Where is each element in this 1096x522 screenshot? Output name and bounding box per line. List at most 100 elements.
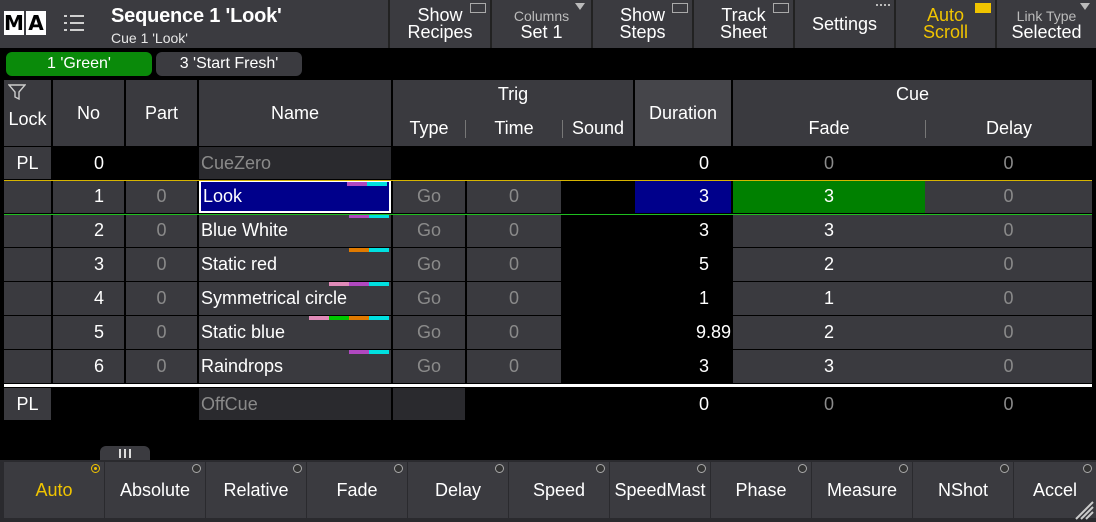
- ma-logo[interactable]: M A: [4, 11, 46, 35]
- duration-cell[interactable]: 3: [635, 350, 731, 383]
- delay-cell[interactable]: 0: [925, 248, 1092, 281]
- cue-name-cell[interactable]: Raindrops: [199, 350, 391, 383]
- sound-cell[interactable]: [563, 248, 633, 281]
- show-steps-button[interactable]: Show Steps: [591, 0, 692, 48]
- trig-time-cell[interactable]: 0: [467, 282, 561, 315]
- column-header-time[interactable]: Time: [466, 118, 562, 139]
- duration-cell[interactable]: 3: [635, 214, 731, 247]
- delay-cell[interactable]: 0: [925, 350, 1092, 383]
- table-row[interactable]: 2 0 Blue White Go 0 3 3 0: [4, 214, 1092, 247]
- trig-type-cell[interactable]: Go: [393, 180, 465, 213]
- measure-button[interactable]: Measure: [812, 462, 912, 518]
- auto-scroll-button[interactable]: Auto Scroll: [894, 0, 995, 48]
- delay-cell[interactable]: 0: [925, 214, 1092, 247]
- auto-button[interactable]: Auto: [4, 462, 104, 518]
- duration-cell[interactable]: 9.89: [635, 316, 731, 349]
- table-row[interactable]: 3 0 Static red Go 0 5 2 0: [4, 248, 1092, 281]
- duration-cell[interactable]: 1: [635, 282, 731, 315]
- cue-chip-start-fresh[interactable]: 3 'Start Fresh': [156, 52, 302, 76]
- cue-name-cell[interactable]: Look: [199, 180, 391, 213]
- part-cell[interactable]: 0: [126, 282, 197, 315]
- column-header-part[interactable]: Part: [126, 80, 197, 146]
- fade-cell[interactable]: 3: [733, 214, 925, 247]
- window-resize-icon[interactable]: [1068, 498, 1094, 520]
- table-row[interactable]: 6 0 Raindrops Go 0 3 3 0: [4, 350, 1092, 383]
- fade-button[interactable]: Fade: [307, 462, 407, 518]
- column-header-delay[interactable]: Delay: [926, 118, 1092, 139]
- part-cell[interactable]: 0: [126, 350, 197, 383]
- part-cell[interactable]: 0: [126, 214, 197, 247]
- column-header-name[interactable]: Name: [199, 80, 391, 146]
- duration-cell[interactable]: 5: [635, 248, 731, 281]
- delay-cell[interactable]: 0: [925, 180, 1092, 213]
- fade-cell[interactable]: 3: [733, 180, 925, 213]
- cue-name-cell[interactable]: Symmetrical circle: [199, 282, 391, 315]
- column-header-sound[interactable]: Sound: [563, 118, 633, 139]
- columns-button[interactable]: Columns Set 1: [490, 0, 591, 48]
- duration-cell[interactable]: 3: [635, 180, 731, 213]
- speed-button[interactable]: Speed: [509, 462, 609, 518]
- column-header-lock[interactable]: Lock: [4, 80, 51, 146]
- fade-cell[interactable]: 3: [733, 350, 925, 383]
- part-cell[interactable]: 0: [126, 316, 197, 349]
- column-header-duration[interactable]: Duration: [635, 80, 731, 146]
- cue-name-cell[interactable]: Blue White: [199, 214, 391, 247]
- trig-time-cell[interactable]: 0: [467, 316, 561, 349]
- cue-number-cell[interactable]: 3: [53, 248, 124, 281]
- trig-time-cell[interactable]: 0: [467, 350, 561, 383]
- lock-cell[interactable]: [4, 282, 51, 315]
- phase-button[interactable]: Phase: [711, 462, 811, 518]
- column-header-fade[interactable]: Fade: [733, 118, 925, 139]
- table-row[interactable]: 5 0 Static blue Go 0 9.89 2 0: [4, 316, 1092, 349]
- fade-cell[interactable]: 1: [733, 282, 925, 315]
- relative-button[interactable]: Relative: [206, 462, 306, 518]
- trig-type-cell[interactable]: Go: [393, 248, 465, 281]
- nshot-button[interactable]: NShot: [913, 462, 1013, 518]
- delay-cell[interactable]: 0: [925, 316, 1092, 349]
- lock-cell[interactable]: [4, 180, 51, 213]
- trig-type-cell[interactable]: Go: [393, 316, 465, 349]
- column-header-type[interactable]: Type: [393, 118, 465, 139]
- cue-number-cell[interactable]: 4: [53, 282, 124, 315]
- link-type-button[interactable]: Link Type Selected: [995, 0, 1096, 48]
- delay-cell[interactable]: 0: [925, 282, 1092, 315]
- table-row-cuezero[interactable]: PL 0 CueZero 0 0 0: [4, 147, 1092, 179]
- sound-cell[interactable]: [563, 350, 633, 383]
- absolute-button[interactable]: Absolute: [105, 462, 205, 518]
- settings-button[interactable]: Settings: [793, 0, 894, 48]
- trig-time-cell[interactable]: 0: [467, 248, 561, 281]
- part-cell[interactable]: 0: [126, 180, 197, 213]
- fade-cell[interactable]: 2: [733, 248, 925, 281]
- delay-button[interactable]: Delay: [408, 462, 508, 518]
- table-row-offcue[interactable]: PL OffCue 0 0 0: [4, 388, 1092, 420]
- sound-cell[interactable]: [563, 282, 633, 315]
- cue-name-cell[interactable]: Static blue: [199, 316, 391, 349]
- lock-cell[interactable]: [4, 350, 51, 383]
- cue-number-cell[interactable]: 1: [53, 180, 124, 213]
- trig-type-cell[interactable]: Go: [393, 350, 465, 383]
- cue-number-cell[interactable]: 5: [53, 316, 124, 349]
- track-sheet-button[interactable]: Track Sheet: [692, 0, 793, 48]
- column-header-no[interactable]: No: [53, 80, 124, 146]
- fade-cell[interactable]: 2: [733, 316, 925, 349]
- cue-chip-green[interactable]: 1 'Green': [6, 52, 152, 76]
- sound-cell[interactable]: [563, 316, 633, 349]
- lock-cell[interactable]: [4, 316, 51, 349]
- trig-time-cell[interactable]: 0: [467, 214, 561, 247]
- trig-time-cell[interactable]: 0: [467, 180, 561, 213]
- trig-type-cell[interactable]: Go: [393, 282, 465, 315]
- show-recipes-button[interactable]: Show Recipes: [388, 0, 490, 48]
- list-icon[interactable]: [64, 14, 86, 32]
- lock-cell[interactable]: [4, 214, 51, 247]
- cue-number-cell[interactable]: 2: [53, 214, 124, 247]
- cue-number-cell[interactable]: 6: [53, 350, 124, 383]
- table-row[interactable]: 4 0 Symmetrical circle Go 0 1 1 0: [4, 282, 1092, 315]
- lock-cell[interactable]: [4, 248, 51, 281]
- speedmast-button[interactable]: SpeedMast: [610, 462, 710, 518]
- cue-name-cell[interactable]: Static red: [199, 248, 391, 281]
- trig-type-cell[interactable]: Go: [393, 214, 465, 247]
- part-cell[interactable]: 0: [126, 248, 197, 281]
- table-row[interactable]: 1 0 Look Go 0 3 3 0: [4, 180, 1092, 213]
- sound-cell[interactable]: [563, 180, 633, 213]
- sound-cell[interactable]: [563, 214, 633, 247]
